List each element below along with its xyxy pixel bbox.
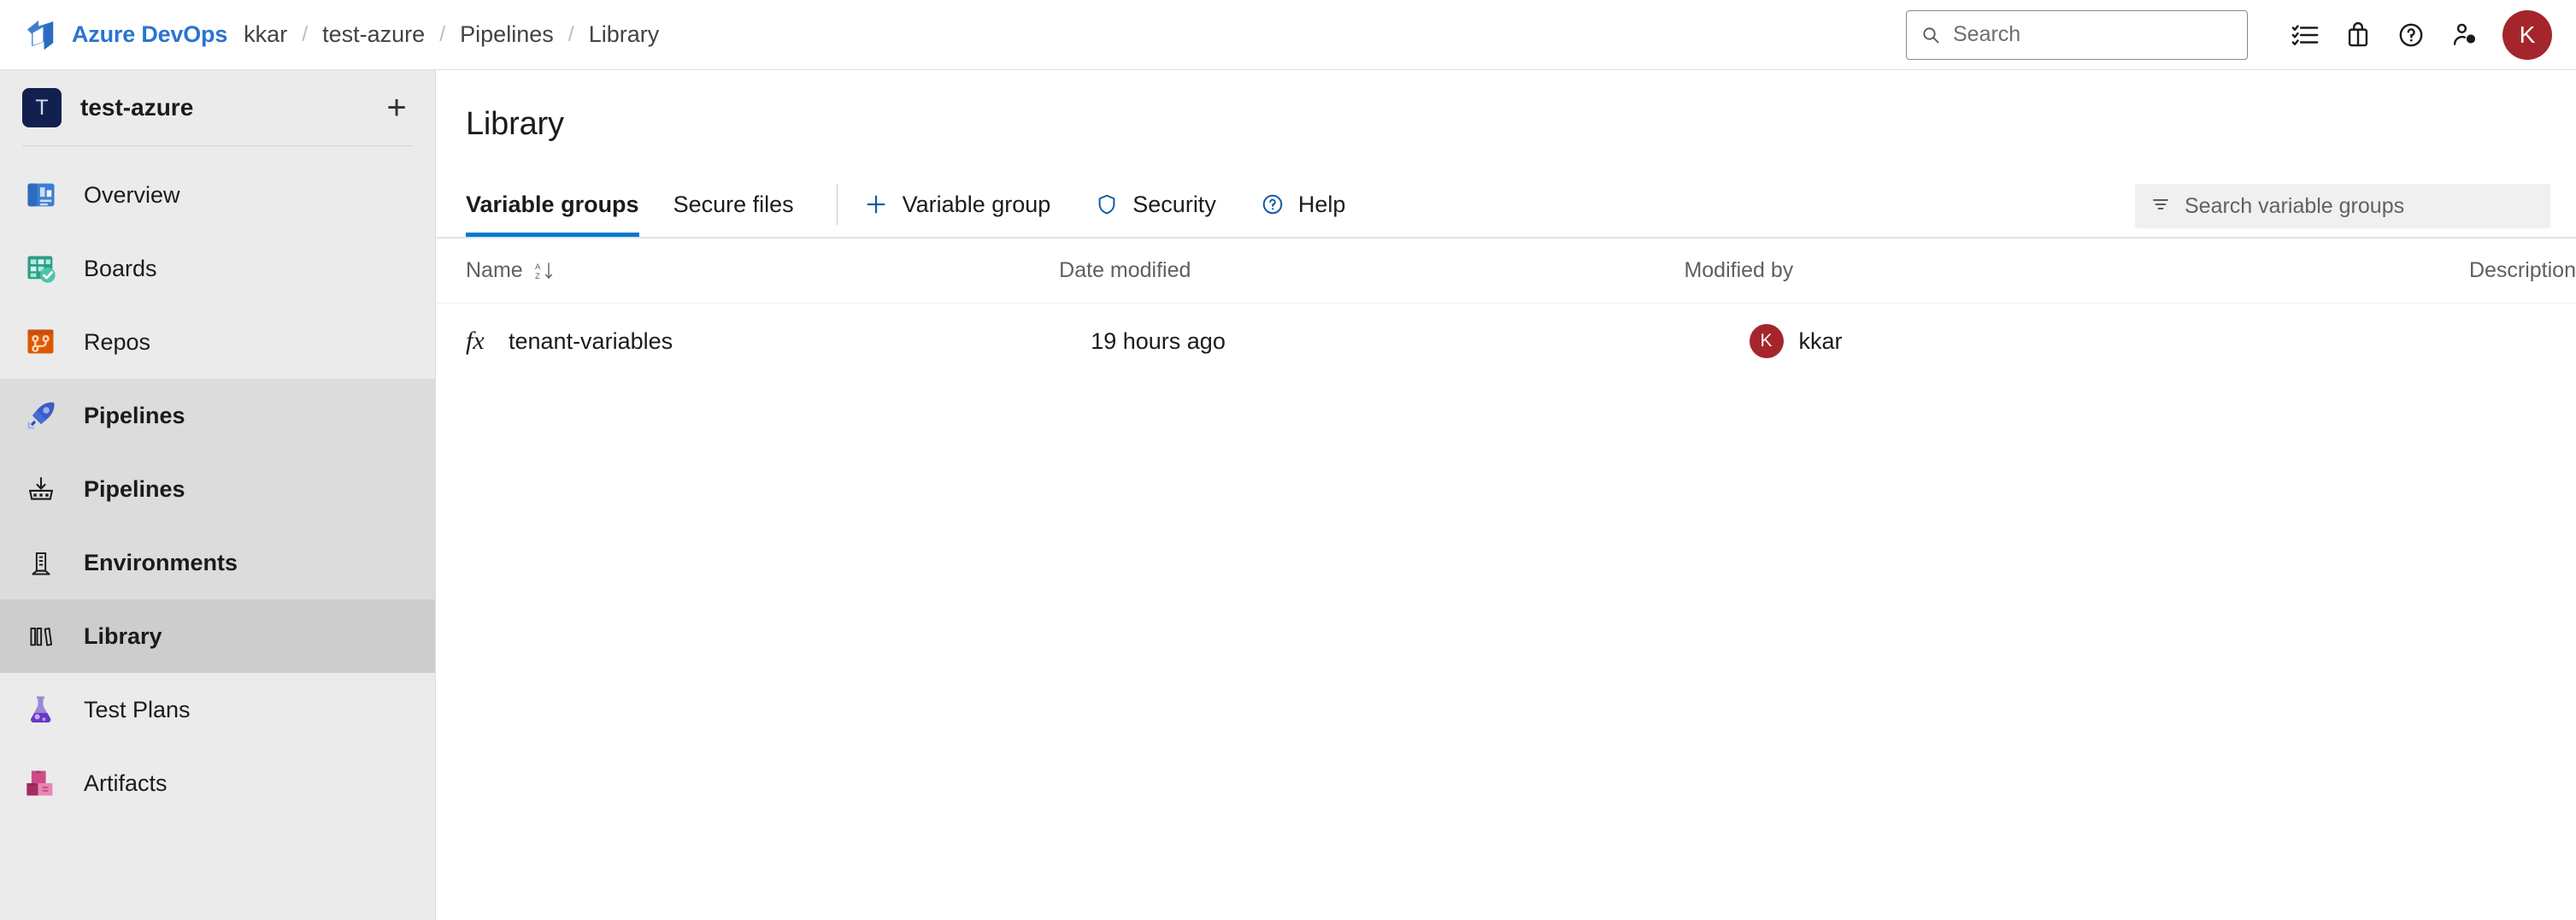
sidebar-item-label: Pipelines [84,476,185,503]
page-title: Library [437,70,2576,143]
azure-devops-logo [24,17,60,53]
cell-modified-by: K kkar [1750,324,2576,358]
avatar-initial: K [1760,331,1772,351]
sidebar-item-label: Environments [84,550,238,576]
brand-area[interactable]: Azure DevOps [24,17,227,53]
avatar-initial: K [2520,21,2536,49]
table-row[interactable]: fx tenant-variables 19 hours ago K kkar [437,304,2576,379]
help-circle-icon [1261,192,1285,216]
column-header-modified-by[interactable]: Modified by [1684,258,2469,283]
tab-label: Secure files [673,192,794,218]
sidebar-item-repos[interactable]: Repos [0,305,435,379]
cell-name[interactable]: fx tenant-variables [437,327,1091,356]
sidebar-item-test-plans[interactable]: Test Plans [0,673,435,746]
sidebar-item-label: Boards [84,256,157,282]
fx-variable-group-icon: fx [466,327,491,356]
tab-secure-files[interactable]: Secure files [673,172,794,237]
sidebar-item-environments[interactable]: Environments [0,526,435,599]
variable-groups-table: Name A Z Date modified Modified by Descr… [437,239,2576,379]
boards-icon [22,250,60,287]
tasks-checklist-icon[interactable] [2279,9,2332,62]
project-avatar: T [22,88,62,127]
sidebar-item-pipelines-sub[interactable]: Pipelines [0,452,435,526]
breadcrumb-org[interactable]: kkar [241,21,290,48]
sidebar: T test-azure + Overview [0,70,436,920]
repos-icon [22,323,60,361]
modified-by-name: kkar [1799,328,1843,355]
filter-icon [2150,194,2171,219]
overview-icon [22,176,60,214]
variable-group-name[interactable]: tenant-variables [509,328,673,355]
pipelines-sub-icon [22,470,60,508]
search-variable-groups-input[interactable]: Search variable groups [2135,184,2550,228]
column-label: Name [466,258,523,283]
column-header-date-modified[interactable]: Date modified [1059,258,1684,283]
project-avatar-initial: T [35,96,48,121]
column-header-name[interactable]: Name A Z [437,258,1059,283]
search-placeholder: Search [1953,22,2020,47]
breadcrumb-library[interactable]: Library [586,21,662,48]
tab-label: Variable groups [466,192,639,218]
pipelines-icon [22,397,60,434]
sidebar-item-label: Overview [84,182,180,209]
sidebar-item-label: Test Plans [84,697,191,723]
artifacts-icon [22,764,60,802]
toolbar: Variable groups Secure files Variable gr… [437,172,2576,237]
add-variable-group-button[interactable]: Variable group [863,172,1051,237]
project-header[interactable]: T test-azure + [0,70,435,145]
help-circle-icon[interactable] [2385,9,2438,62]
sidebar-item-pipelines[interactable]: Pipelines [0,379,435,452]
marketplace-bag-icon[interactable] [2332,9,2385,62]
table-header-row: Name A Z Date modified Modified by Descr… [437,239,2576,304]
avatar: K [1750,324,1784,358]
breadcrumb-pipelines[interactable]: Pipelines [457,21,556,48]
sort-az-descending-icon[interactable]: A Z [533,260,556,282]
plus-icon [863,192,889,217]
breadcrumb: kkar / test-azure / Pipelines / Library [241,21,662,48]
column-label: Date modified [1059,258,1191,283]
sidebar-item-overview[interactable]: Overview [0,158,435,232]
column-label: Description [2469,258,2576,283]
sidebar-item-library[interactable]: Library [0,599,435,673]
brand-name[interactable]: Azure DevOps [72,21,227,48]
sidebar-item-artifacts[interactable]: Artifacts [0,746,435,820]
search-input[interactable]: Search [1906,10,2248,60]
command-label: Variable group [903,192,1051,218]
top-bar-actions: Search [1906,9,2576,62]
cell-date-modified: 19 hours ago [1091,328,1749,355]
filter-placeholder: Search variable groups [2185,194,2404,219]
tab-variable-groups[interactable]: Variable groups [466,172,639,237]
environments-icon [22,544,60,581]
breadcrumb-separator-2: / [427,22,457,47]
svg-text:Z: Z [535,272,540,281]
breadcrumb-separator-3: / [556,22,586,47]
toolbar-divider [837,184,838,225]
library-icon [22,617,60,655]
command-label: Security [1132,192,1216,218]
command-label: Help [1298,192,1346,218]
help-button[interactable]: Help [1261,172,1346,237]
test-plans-icon [22,691,60,728]
breadcrumb-separator-1: / [290,22,320,47]
shield-icon [1095,192,1119,216]
main-content: Library Variable groups Secure files Var… [437,70,2576,920]
sidebar-nav: Overview Boards [0,146,435,820]
user-settings-icon[interactable] [2438,9,2491,62]
top-bar: Azure DevOps kkar / test-azure / Pipelin… [0,0,2576,70]
sidebar-item-label: Repos [84,329,150,356]
plus-icon[interactable]: + [379,91,415,125]
avatar[interactable]: K [2502,10,2552,60]
security-button[interactable]: Security [1095,172,1216,237]
sidebar-item-label: Artifacts [84,770,168,797]
sidebar-item-label: Pipelines [84,403,185,429]
column-header-description[interactable]: Description [2469,258,2576,283]
sidebar-item-label: Library [84,623,162,650]
project-name: test-azure [80,94,193,121]
svg-text:A: A [535,262,541,272]
column-label: Modified by [1684,258,1793,283]
sidebar-item-boards[interactable]: Boards [0,232,435,305]
breadcrumb-project[interactable]: test-azure [320,21,427,48]
search-icon [1920,25,1941,45]
